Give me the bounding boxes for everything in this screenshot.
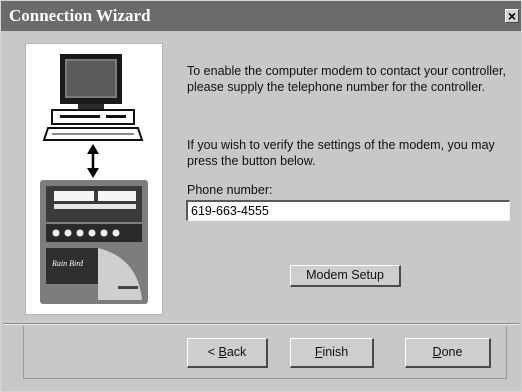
computer-to-controller-illustration: Rain Bird (40, 54, 148, 304)
separator (3, 323, 519, 325)
back-button-mnemonic: B (218, 345, 227, 359)
finish-button-label: inish (322, 345, 349, 359)
instruction-text-1: To enable the computer modem to contact … (187, 64, 506, 94)
connection-wizard-window: Connection Wizard × Rain Bird To enable … (0, 0, 522, 392)
connection-arrow-icon (87, 144, 99, 178)
modem-setup-button[interactable]: Modem Setup (290, 265, 401, 287)
back-button[interactable]: < Back (187, 338, 268, 368)
back-button-label: ack (226, 345, 247, 359)
instruction-text-2: If you wish to verify the settings of th… (187, 138, 495, 168)
close-icon: × (507, 9, 517, 23)
wizard-illustration: Rain Bird (25, 43, 163, 315)
controller-brand-logo: Rain Bird (51, 259, 84, 268)
done-button-mnemonic: D (432, 345, 442, 359)
controller-icon: Rain Bird (40, 180, 148, 304)
phone-number-label: Phone number: (187, 183, 273, 197)
finish-button[interactable]: Finish (290, 338, 374, 368)
computer-icon (42, 54, 144, 141)
back-button-prefix: < (207, 345, 219, 359)
done-button[interactable]: Done (405, 338, 491, 368)
phone-number-input[interactable] (186, 200, 510, 221)
done-button-label: one (441, 345, 463, 359)
window-title: Connection Wizard (9, 6, 151, 25)
title-bar[interactable]: Connection Wizard × (1, 1, 521, 31)
close-button[interactable]: × (505, 9, 519, 23)
